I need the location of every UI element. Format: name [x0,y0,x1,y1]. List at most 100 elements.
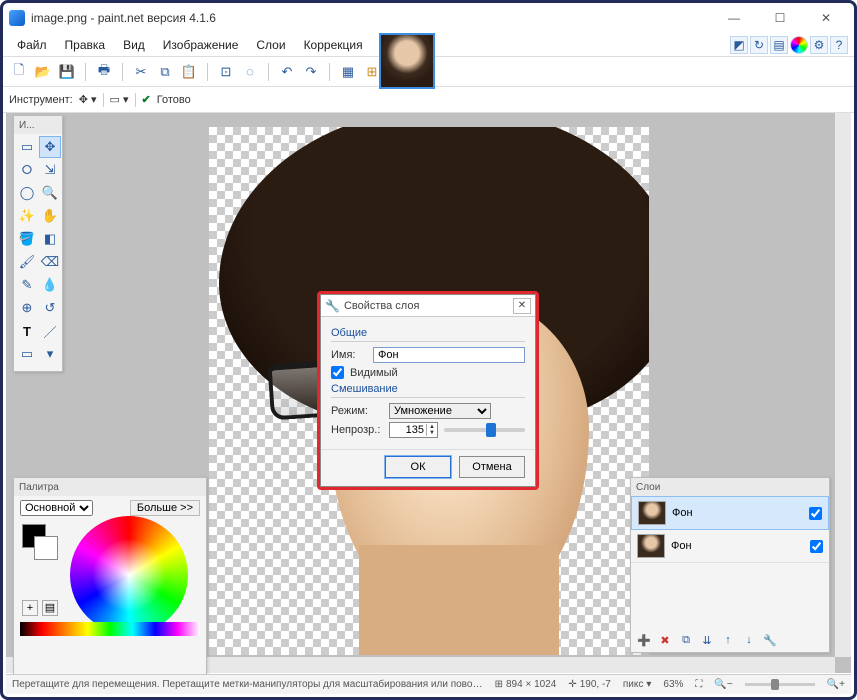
move-down-icon[interactable]: ↓ [740,631,758,649]
layer-visible-checkbox[interactable] [810,540,823,553]
app-icon [9,10,25,26]
settings-icon[interactable]: ⚙ [810,36,828,54]
move-up-icon[interactable]: ↑ [719,631,737,649]
shapes-tool[interactable]: ▾ [39,343,61,365]
help-icon[interactable]: ? [830,36,848,54]
layer-visible-checkbox[interactable] [809,507,822,520]
layers-panel: Слои Фон Фон ➕ ✖ ⧉ ⇊ ↑ ↓ 🔧 [630,477,830,653]
move-selection-tool[interactable]: ⇲ [39,159,61,181]
menu-edit[interactable]: Правка [57,35,114,55]
save-icon[interactable]: 💾 [57,62,77,82]
zoom-tool[interactable]: 🔍 [39,182,61,204]
spin-down-icon[interactable]: ▼ [427,430,437,436]
text-tool[interactable]: T [16,320,38,342]
lasso-tool[interactable]: ⭘ [16,159,38,181]
cut-icon[interactable]: ✂ [131,62,151,82]
menu-layers[interactable]: Слои [248,35,293,55]
brush-tool[interactable]: 🖌 [16,251,38,273]
status-hint: Перетащите для перемещения. Перетащите м… [12,679,483,690]
layer-properties-icon[interactable]: 🔧 [761,631,779,649]
menu-image[interactable]: Изображение [155,35,247,55]
zoom-slider[interactable] [745,683,815,686]
ok-button[interactable]: ОК [385,456,451,478]
status-dims: 894 × 1024 [506,679,556,690]
color-wheel[interactable] [70,516,188,634]
grid-icon[interactable]: ▦ [338,62,358,82]
blend-mode-select[interactable]: Умножение [389,403,491,419]
copy-icon[interactable]: ⧉ [155,62,175,82]
palette-strip[interactable] [20,622,200,636]
selection-mode-dropdown[interactable]: ▭ ▾ [110,93,129,106]
colors-panel-title: Палитра [19,482,59,493]
undo-icon[interactable]: ↶ [277,62,297,82]
dialog-close-button[interactable]: ✕ [513,298,531,314]
ellipse-select-tool[interactable]: ◯ [16,182,38,204]
layer-row[interactable]: Фон [631,530,829,563]
line-tool[interactable]: ／ [39,320,61,342]
print-icon[interactable]: 🖶 [94,62,114,82]
delete-layer-icon[interactable]: ✖ [656,631,674,649]
magic-wand-tool[interactable]: ✨ [16,205,38,227]
deselect-icon[interactable]: ◌ [240,62,260,82]
visible-checkbox[interactable] [331,366,344,379]
paint-bucket-tool[interactable]: 🪣 [16,228,38,250]
layer-thumb [638,501,666,525]
cancel-button[interactable]: Отмена [459,456,525,478]
merge-layer-icon[interactable]: ⇊ [698,631,716,649]
window-title: image.png - paint.net версия 4.1.6 [31,11,712,25]
menu-file[interactable]: Файл [9,35,55,55]
rectangle-tool[interactable]: ▭ [16,343,38,365]
layer-name-input[interactable] [373,347,525,363]
colors-icon[interactable] [790,36,808,54]
pencil-tool[interactable]: ✎ [16,274,38,296]
clone-tool[interactable]: ⊕ [16,297,38,319]
menu-adjust[interactable]: Коррекция [296,35,371,55]
close-button[interactable]: ✕ [804,4,848,32]
layer-properties-dialog-highlight: 🔧 Свойства слоя ✕ Общие Имя: Видимый Сме… [317,291,539,490]
rect-select-tool[interactable]: ▭ [16,136,38,158]
eraser-tool[interactable]: ⌫ [39,251,61,273]
visible-label: Видимый [350,367,398,379]
fit-icon[interactable]: ⛶ [695,679,702,690]
maximize-button[interactable]: ☐ [758,4,802,32]
paste-icon[interactable]: 📋 [179,62,199,82]
secondary-color-swatch[interactable] [34,536,58,560]
minimize-button[interactable]: — [712,4,756,32]
document-thumbnail[interactable] [379,33,435,89]
vertical-scrollbar[interactable] [835,113,851,657]
tools-panel-title: И... [19,120,35,131]
tool-window-icon[interactable]: ◩ [730,36,748,54]
pan-tool[interactable]: ✋ [39,205,61,227]
redo-icon[interactable]: ↷ [301,62,321,82]
status-zoom: 63% [663,679,683,690]
move-tool[interactable]: ✥ [39,136,61,158]
new-icon[interactable]: 🗋 [9,62,29,82]
crop-icon[interactable]: ⊡ [216,62,236,82]
opacity-spinner[interactable]: ▲▼ [389,422,438,438]
layers-icon[interactable]: ▤ [770,36,788,54]
section-general: Общие [331,327,525,339]
zoom-in-icon[interactable]: 🔍+ [827,679,845,690]
tool-dropdown[interactable]: ✥ ▾ [79,93,97,106]
opacity-input[interactable] [390,423,426,437]
colors-panel: Палитра Основной Больше >> + ▤ [13,477,207,675]
opacity-label: Непрозр.: [331,424,383,436]
zoom-out-icon[interactable]: 🔍− [714,679,732,690]
open-icon[interactable]: 📂 [33,62,53,82]
more-colors-button[interactable]: Больше >> [130,500,200,516]
tool-status: Готово [157,94,191,106]
color-picker-tool[interactable]: 💧 [39,274,61,296]
add-color-icon[interactable]: + [22,600,38,616]
opacity-slider[interactable] [444,428,525,432]
add-layer-icon[interactable]: ➕ [635,631,653,649]
status-unit: пикс [623,679,644,690]
gradient-tool[interactable]: ◧ [39,228,61,250]
palette-manage-icon[interactable]: ▤ [42,600,58,616]
recolor-tool[interactable]: ↺ [39,297,61,319]
color-primary-select[interactable]: Основной [20,500,93,516]
layer-row[interactable]: Фон [631,496,829,530]
section-blend: Смешивание [331,383,525,395]
menu-view[interactable]: Вид [115,35,153,55]
duplicate-layer-icon[interactable]: ⧉ [677,631,695,649]
history-icon[interactable]: ↻ [750,36,768,54]
